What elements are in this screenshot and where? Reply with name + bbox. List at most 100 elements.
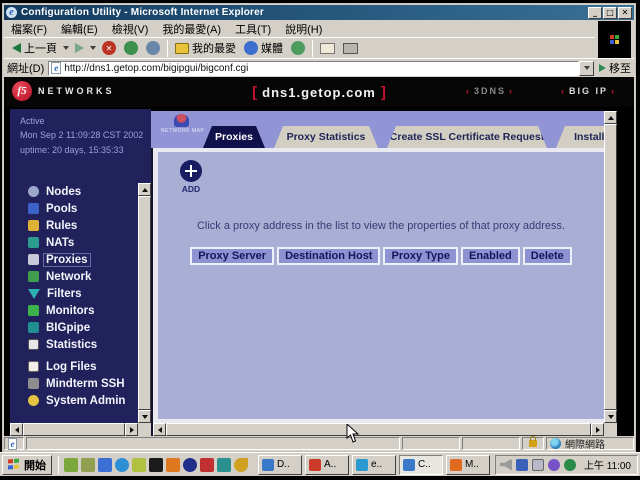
back-button[interactable]: 上一頁 (8, 39, 61, 58)
task-button-4-active[interactable]: C.. (399, 455, 443, 475)
page-icon: e (51, 62, 61, 74)
quick-launch-icon-11[interactable] (234, 458, 248, 472)
maximize-button[interactable]: □ (603, 7, 617, 19)
sidebar-item-statistics[interactable]: Statistics (10, 336, 138, 353)
quick-launch-icon-3[interactable] (98, 458, 112, 472)
network-map-button[interactable]: NETWORK MAP (161, 114, 201, 134)
product-3dns: 3DNS (466, 86, 514, 96)
task-button-1[interactable]: D.. (258, 455, 302, 475)
volume-icon[interactable] (500, 459, 512, 471)
sidebar-item-monitors[interactable]: Monitors (10, 302, 138, 319)
sidebar-item-nodes[interactable]: Nodes (10, 183, 138, 200)
menu-tools[interactable]: 工具(T) (228, 20, 278, 38)
go-button[interactable]: 移至 (599, 60, 631, 76)
quick-launch-icon-7[interactable] (166, 458, 180, 472)
main-horizontal-scrollbar[interactable] (153, 423, 604, 436)
quick-launch-icon-6[interactable] (149, 458, 163, 472)
sidebar-item-network[interactable]: Network (10, 268, 138, 285)
sidebar-item-mindterm-ssh[interactable]: Mindterm SSH (10, 375, 138, 392)
scroll-left-icon[interactable] (10, 423, 23, 436)
browser-window: e Configuration Utility - Microsoft Inte… (2, 3, 636, 452)
mail-button[interactable] (316, 39, 339, 58)
quick-launch-icon-1[interactable] (64, 458, 78, 472)
menu-edit[interactable]: 編輯(E) (54, 20, 105, 38)
quick-launch-icon-2[interactable] (81, 458, 95, 472)
refresh-icon (124, 41, 138, 55)
scrollbar-thumb[interactable] (138, 196, 151, 410)
refresh-button[interactable] (120, 39, 142, 58)
proxy-table-header-row: Proxy Server Destination Host Proxy Type… (158, 247, 604, 265)
tab-proxies[interactable]: Proxies (203, 126, 265, 148)
ie-window-icon: e (6, 7, 17, 18)
quick-launch-icon-10[interactable] (217, 458, 231, 472)
sidebar-item-bigpipe[interactable]: BIGpipe (10, 319, 138, 336)
scroll-down-icon[interactable] (138, 410, 151, 423)
hostname: dns1.getop.com (262, 85, 376, 100)
stop-button[interactable]: ✕ (98, 39, 120, 58)
sidebar-item-log-files[interactable]: Log Files (10, 358, 138, 375)
quick-launch-icon-5[interactable] (132, 458, 146, 472)
sidebar-item-filters[interactable]: Filters (10, 285, 138, 302)
sidebar-item-system-admin[interactable]: System Admin (10, 392, 138, 409)
scroll-up-icon[interactable] (604, 111, 617, 124)
close-button[interactable]: ✕ (618, 7, 632, 19)
scroll-right-icon[interactable] (125, 423, 138, 436)
tray-icon-5[interactable] (564, 459, 576, 471)
menu-bar: 檔案(F) 編輯(E) 檢視(V) 我的最愛(A) 工具(T) 說明(H) (4, 21, 595, 37)
favorites-icon (175, 43, 189, 54)
task-button-5[interactable]: M.. (446, 455, 490, 475)
quick-launch-icon-8[interactable] (183, 458, 197, 472)
home-button[interactable] (142, 39, 164, 58)
sidebar-item-proxies[interactable]: Proxies (10, 251, 138, 268)
scrollbar-thumb[interactable] (166, 423, 591, 436)
scrollbar-thumb[interactable] (23, 423, 125, 436)
media-button[interactable]: 媒體 (240, 39, 287, 58)
column-enabled: Enabled (461, 247, 520, 265)
tray-icon-2[interactable] (516, 459, 528, 471)
history-button[interactable] (287, 39, 309, 58)
add-proxy-button[interactable]: ADD (176, 160, 206, 194)
scrollbar-thumb[interactable] (604, 124, 617, 410)
menu-file[interactable]: 檔案(F) (4, 20, 54, 38)
quick-launch-icon-4[interactable] (115, 458, 129, 472)
tab-proxy-statistics[interactable]: Proxy Statistics (274, 126, 378, 148)
home-icon (146, 41, 160, 55)
menu-view[interactable]: 檢視(V) (105, 20, 156, 38)
address-input[interactable]: e http://dns1.getop.com/bigipgui/bigconf… (48, 61, 579, 76)
favorites-button[interactable]: 我的最愛 (171, 39, 240, 58)
forward-dropdown-icon[interactable] (90, 46, 96, 50)
main-vertical-scrollbar[interactable] (604, 111, 617, 423)
menu-help[interactable]: 說明(H) (278, 20, 329, 38)
scroll-right-icon[interactable] (591, 423, 604, 436)
mindterm-ssh-icon (28, 378, 39, 389)
lock-icon (529, 440, 537, 447)
print-button[interactable] (339, 39, 362, 58)
sidebar-item-pools[interactable]: Pools (10, 200, 138, 217)
system-datetime: Mon Sep 2 11:09:28 CST 2002 (20, 128, 151, 142)
quick-launch-icon-9[interactable] (200, 458, 214, 472)
start-button[interactable]: 開始 (2, 455, 52, 475)
scrollbar-corner (604, 423, 617, 436)
sidebar-horizontal-scrollbar[interactable] (10, 423, 138, 436)
forward-button[interactable] (71, 39, 88, 58)
task-button-3[interactable]: e.. (352, 455, 396, 475)
menu-favorites[interactable]: 我的最愛(A) (155, 20, 228, 38)
tray-icon-4[interactable] (548, 459, 560, 471)
page-viewport: f5 NETWORKS [ dns1.getop.com ] 3DNS BIG … (4, 77, 634, 436)
scroll-up-icon[interactable] (138, 183, 151, 196)
scroll-down-icon[interactable] (604, 410, 617, 423)
back-dropdown-icon[interactable] (63, 46, 69, 50)
address-dropdown-button[interactable] (579, 61, 594, 76)
tray-icon-3[interactable] (532, 459, 544, 471)
sidebar-item-rules[interactable]: Rules (10, 217, 138, 234)
status-document-pane: e (4, 437, 24, 450)
sidebar-vertical-scrollbar[interactable] (138, 183, 151, 423)
tab-install-ssl-certificate[interactable]: Install SSL Certif (556, 126, 604, 148)
sidebar-item-nats[interactable]: NATs (10, 234, 138, 251)
windows-taskbar: 開始 D.. A.. e (0, 452, 640, 476)
task-icon (356, 459, 368, 471)
minimize-button[interactable]: _ (588, 7, 602, 19)
task-button-2[interactable]: A.. (305, 455, 349, 475)
scroll-left-icon[interactable] (153, 423, 166, 436)
tab-create-ssl-certificate-request[interactable]: Create SSL Certificate Request (387, 126, 547, 148)
